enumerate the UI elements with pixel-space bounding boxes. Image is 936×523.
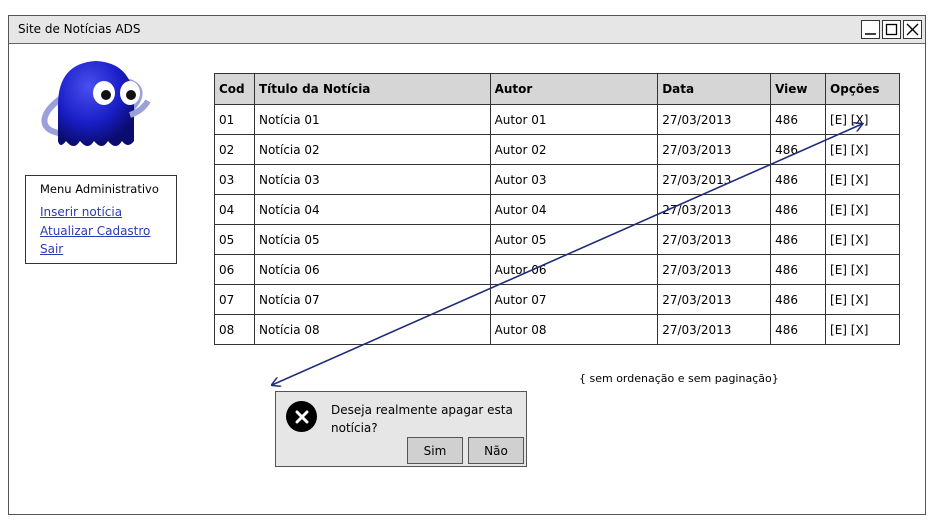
dialog-message: Deseja realmente apagar esta notícia? [331,403,513,435]
close-circle-icon [286,401,317,432]
confirm-button[interactable]: Sim [407,437,463,464]
confirm-delete-dialog: Deseja realmente apagar esta notícia? Si… [275,391,527,467]
cancel-button[interactable]: Não [468,437,524,464]
